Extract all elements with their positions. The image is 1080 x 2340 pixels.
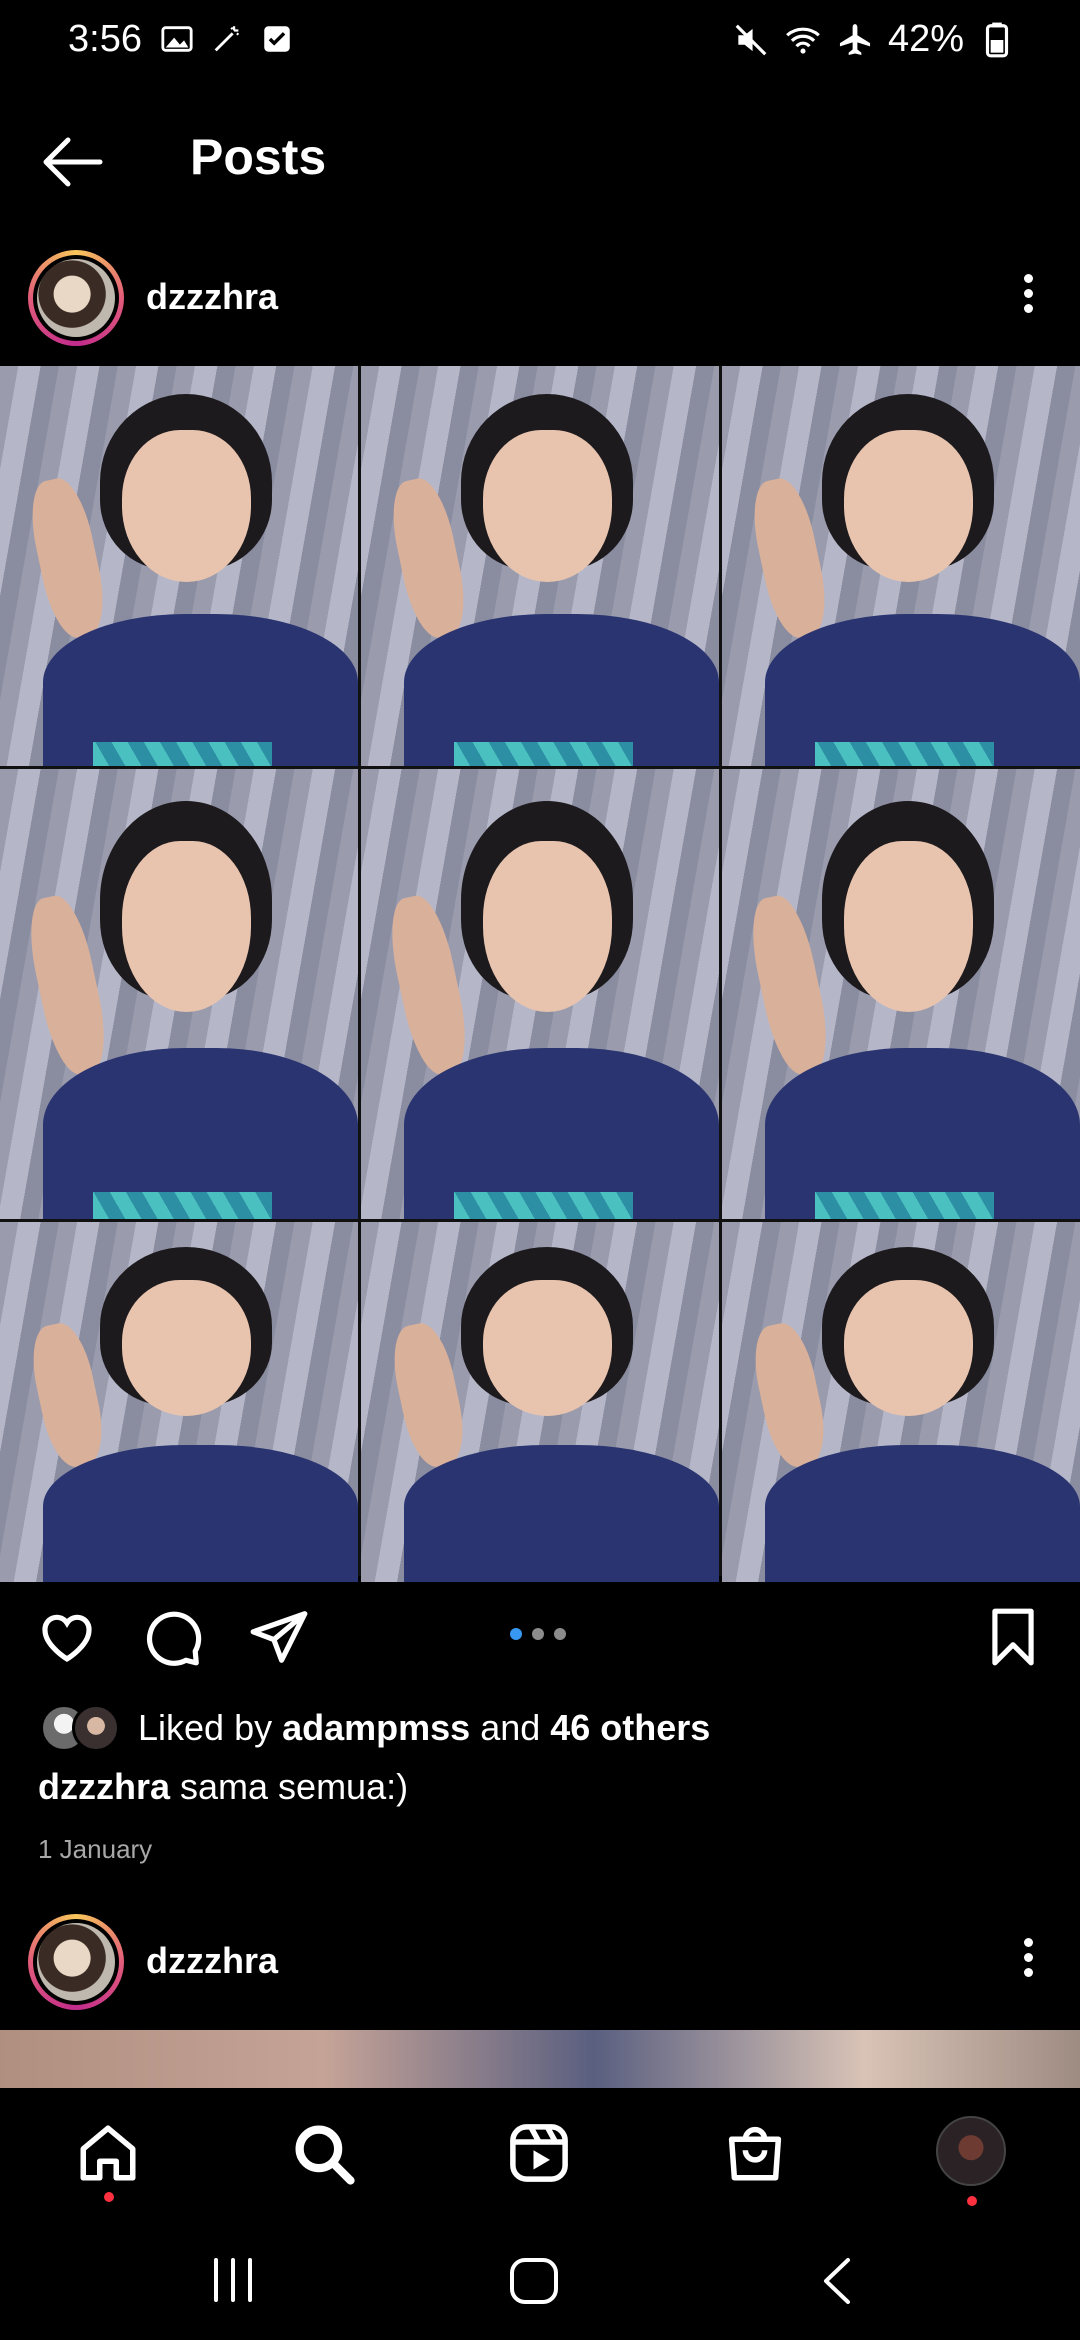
post-actions <box>0 1600 1080 1670</box>
system-nav-bar <box>0 2218 1080 2340</box>
photo-tile <box>722 1222 1080 1582</box>
post-date: 1 January <box>38 1834 153 1864</box>
back-button-icon[interactable] <box>818 2256 854 2306</box>
notification-dot <box>104 2192 114 2202</box>
likes-summary[interactable]: Liked by adampmss and 46 others <box>40 1700 710 1756</box>
comment-icon[interactable] <box>142 1606 204 1668</box>
profile-avatar[interactable] <box>936 2116 1006 2186</box>
status-time: 3:56 <box>68 18 142 60</box>
wifi-icon <box>786 27 820 54</box>
avatar[interactable] <box>28 250 124 346</box>
mute-icon <box>735 24 767 55</box>
photo-tile <box>361 366 719 766</box>
avatar[interactable] <box>28 1914 124 2010</box>
likes-count[interactable]: 46 others <box>550 1707 710 1748</box>
photo-tile <box>722 366 1080 766</box>
photo-tile <box>0 769 358 1219</box>
more-options-icon[interactable] <box>1016 1932 1040 1992</box>
checkbox-notification-icon <box>264 26 290 52</box>
airplane-mode-icon <box>839 23 870 55</box>
liker-avatar <box>72 1704 120 1752</box>
back-arrow-icon[interactable] <box>40 134 106 190</box>
search-icon[interactable] <box>290 2120 356 2186</box>
home-icon[interactable] <box>75 2120 141 2186</box>
liker-username[interactable]: adampmss <box>282 1707 470 1748</box>
bookmark-icon[interactable] <box>982 1606 1044 1668</box>
reels-icon[interactable] <box>506 2120 572 2186</box>
status-bar: 3:56 42% <box>0 0 1080 84</box>
caption-username[interactable]: dzzzhra <box>38 1766 170 1807</box>
photo-tile <box>0 1222 358 1582</box>
photo-tile <box>722 769 1080 1219</box>
more-options-icon[interactable] <box>1016 268 1040 328</box>
post-header: dzzzhra <box>0 238 1080 358</box>
caption-text: sama semua:) <box>170 1766 409 1807</box>
battery-percent: 42% <box>887 18 964 60</box>
carousel-indicator <box>510 1628 566 1640</box>
post-username[interactable]: dzzzhra <box>146 1940 278 1982</box>
post-username[interactable]: dzzzhra <box>146 276 278 318</box>
photo-tile <box>361 769 719 1219</box>
post-caption: dzzzhra sama semua:) <box>38 1766 408 1808</box>
photo-tile <box>361 1222 719 1582</box>
home-button-icon[interactable] <box>508 2256 560 2306</box>
notification-dot <box>967 2196 977 2206</box>
post-image[interactable] <box>0 2030 1080 2088</box>
bottom-nav <box>0 2088 1080 2218</box>
post-header: dzzzhra <box>0 1902 1080 2022</box>
app-header: Posts <box>0 110 1080 210</box>
heart-icon[interactable] <box>36 1606 98 1668</box>
recent-apps-icon[interactable] <box>208 2256 258 2304</box>
gallery-notification-icon <box>161 26 193 52</box>
photo-tile <box>0 366 358 766</box>
battery-icon <box>985 22 1009 57</box>
magic-wand-notification-icon <box>214 26 240 52</box>
shop-icon[interactable] <box>722 2120 788 2186</box>
post-image[interactable] <box>0 366 1080 1582</box>
send-icon[interactable] <box>248 1606 310 1668</box>
page-title: Posts <box>190 129 327 185</box>
